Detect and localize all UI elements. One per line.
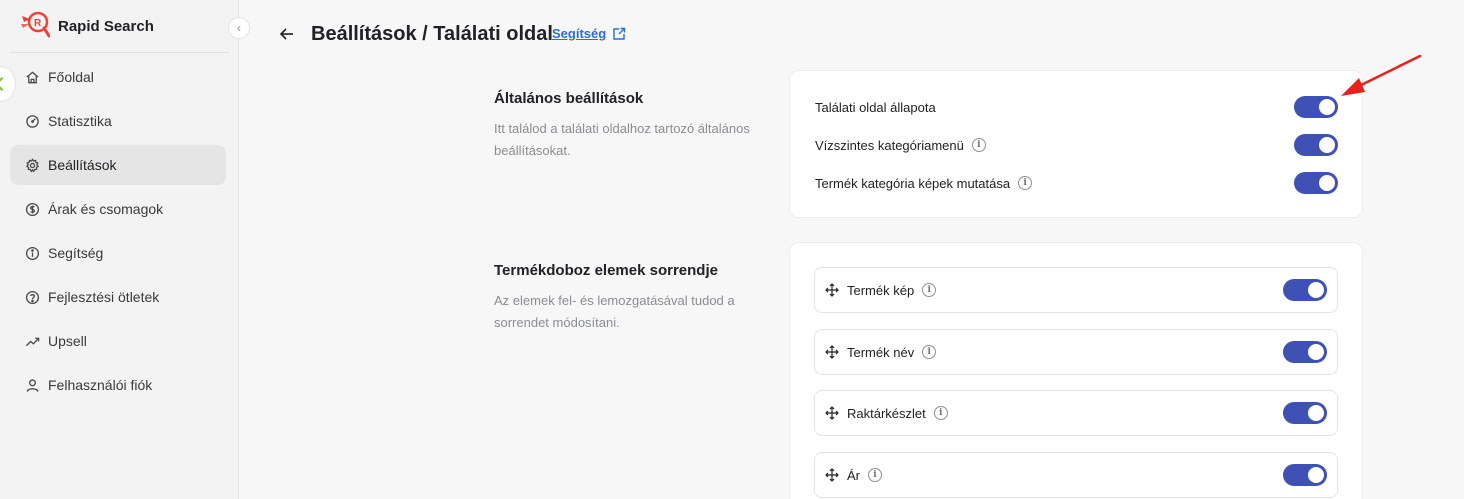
order-section-title: Termékdoboz elemek sorrendje	[494, 262, 718, 279]
sidebar-item-label: Árak és csomagok	[48, 201, 164, 217]
product-name-toggle[interactable]	[1283, 341, 1327, 363]
info-icon[interactable]: i	[868, 468, 882, 482]
sidebar-item-label: Beállítások	[48, 157, 117, 173]
rapid-search-logo-icon: R	[20, 10, 51, 43]
sortable-item[interactable]: Termék név i	[814, 329, 1338, 375]
general-section-description: Itt találod a találati oldalhoz tartozó …	[494, 121, 750, 158]
sidebar-item-settings[interactable]: Beállítások	[10, 145, 226, 185]
question-icon	[24, 289, 40, 305]
sidebar-item-ideas[interactable]: Fejlesztési ötletek	[10, 277, 226, 317]
setting-row: Találati oldal állapota	[815, 95, 1338, 119]
stock-toggle[interactable]	[1283, 402, 1327, 424]
annotation-arrow-icon	[1341, 54, 1422, 96]
sidebar-item-label: Főoldal	[48, 69, 94, 85]
sidebar-item-account[interactable]: Felhasználói fiók	[10, 365, 226, 405]
sortable-item-label: Raktárkészlet	[847, 405, 926, 421]
info-icon[interactable]: i	[922, 345, 937, 359]
help-link-label: Segítség	[552, 26, 607, 41]
sidebar-item-label: Segítség	[48, 245, 104, 261]
arrow-left-icon	[279, 28, 293, 40]
sidebar-item-statistics[interactable]: Statisztika	[10, 101, 226, 141]
sortable-item[interactable]: Termék kép i	[814, 267, 1338, 313]
sidebar: R Rapid Search Főoldal Statisztika Beáll…	[0, 0, 239, 499]
drag-handle-icon[interactable]	[825, 406, 839, 420]
info-icon	[24, 245, 40, 261]
sidebar-item-label: Upsell	[48, 333, 87, 349]
setting-label: Termék kategória képek mutatása	[815, 175, 1011, 191]
info-icon[interactable]: i	[1018, 176, 1033, 190]
chevron-left-icon: ‹	[237, 21, 241, 35]
order-section-description: Az elemek fel- és lemozgatásával tudod a…	[494, 293, 735, 330]
sidebar-item-upsell[interactable]: Upsell	[10, 321, 226, 361]
info-icon[interactable]: i	[933, 406, 948, 420]
sidebar-item-help[interactable]: Segítség	[10, 233, 226, 273]
divider	[10, 52, 229, 53]
back-button[interactable]	[277, 24, 297, 44]
sidebar-item-home[interactable]: Főoldal	[10, 57, 226, 97]
product-image-toggle[interactable]	[1283, 279, 1327, 301]
price-toggle[interactable]	[1283, 464, 1327, 486]
sidebar-item-label: Statisztika	[48, 113, 112, 129]
help-link[interactable]: Segítség	[552, 26, 626, 41]
drag-handle-icon[interactable]	[825, 283, 839, 297]
sortable-item-label: Termék kép	[847, 282, 915, 298]
category-images-toggle[interactable]	[1294, 172, 1338, 194]
sidebar-nav: Főoldal Statisztika Beállítások Árak és …	[10, 57, 226, 409]
setting-label: Találati oldal állapota	[815, 99, 936, 115]
sortable-item-label: Ár	[847, 467, 860, 483]
sortable-item[interactable]: Raktárkészlet i	[814, 390, 1338, 436]
sidebar-item-pricing[interactable]: Árak és csomagok	[10, 189, 226, 229]
gauge-icon	[24, 113, 40, 129]
external-link-icon	[613, 27, 626, 40]
horizontal-category-menu-toggle[interactable]	[1294, 134, 1338, 156]
results-page-status-toggle[interactable]	[1294, 96, 1338, 118]
setting-label: Vízszintes kategóriamenü	[815, 137, 964, 153]
setting-row: Termék kategória képek mutatása i	[815, 171, 1338, 195]
dollar-icon	[24, 201, 40, 217]
home-icon	[24, 69, 40, 85]
brand[interactable]: R Rapid Search	[20, 10, 154, 43]
info-icon[interactable]: i	[971, 138, 986, 152]
order-card: Termék kép i Termék név i Raktárkészlet …	[789, 242, 1363, 499]
sidebar-item-label: Fejlesztési ötletek	[48, 289, 160, 305]
user-icon	[24, 377, 40, 393]
drag-handle-icon[interactable]	[825, 345, 839, 359]
general-settings-card: Találati oldal állapota Vízszintes kateg…	[789, 70, 1363, 218]
sortable-item-label: Termék név	[847, 344, 915, 360]
page-title: Beállítások / Találati oldal	[311, 23, 553, 45]
drag-handle-icon[interactable]	[825, 468, 839, 482]
collapse-sidebar-button[interactable]: ‹	[228, 17, 250, 39]
gear-icon	[24, 157, 40, 173]
sidebar-item-label: Felhasználói fiók	[48, 377, 153, 393]
trend-icon	[24, 333, 40, 349]
setting-row: Vízszintes kategóriamenü i	[815, 133, 1338, 157]
brand-name: Rapid Search	[58, 17, 154, 35]
sortable-item[interactable]: Ár i	[814, 452, 1338, 498]
info-icon[interactable]: i	[922, 283, 937, 297]
svg-text:R: R	[34, 18, 42, 29]
general-section-title: Általános beállítások	[494, 90, 644, 107]
